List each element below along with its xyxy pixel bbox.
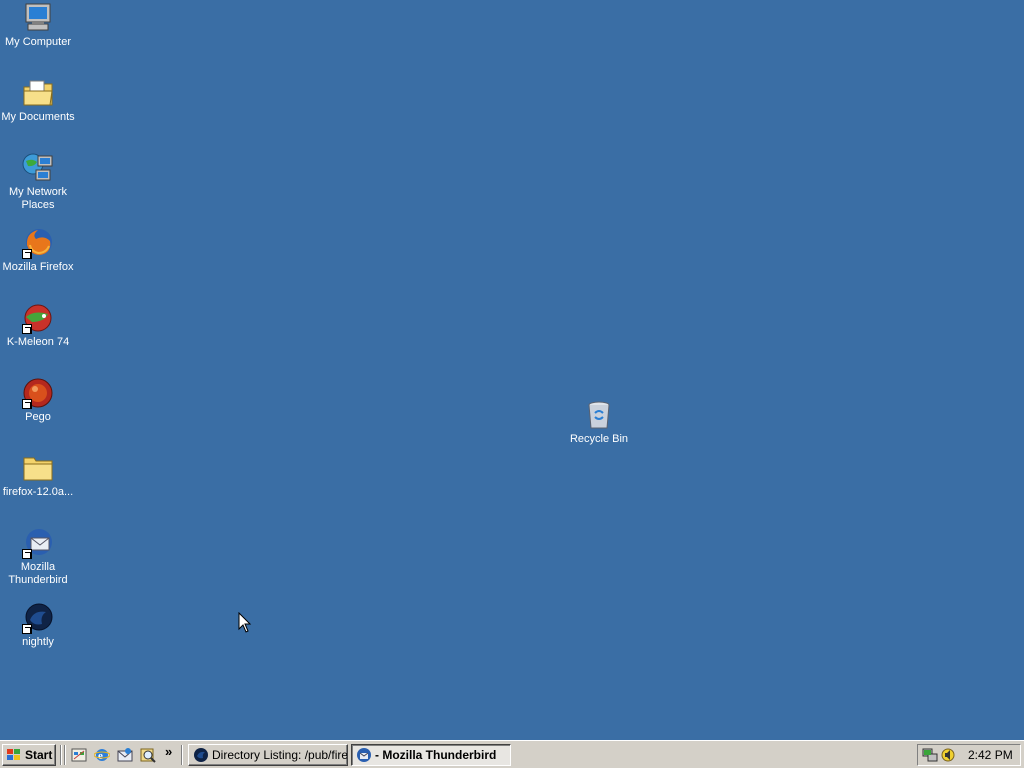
windows-logo-icon: [6, 748, 22, 762]
pego-icon: [22, 377, 54, 409]
recycle-bin-icon: [583, 399, 615, 431]
taskbar: Start e » Directory Listing: /pub/firef.…: [0, 740, 1024, 768]
search-icon[interactable]: [140, 747, 156, 763]
thunderbird-icon: [22, 527, 54, 559]
shortcut-arrow-icon: [22, 324, 32, 334]
desktop-icon-k-meleon[interactable]: K-Meleon 74: [0, 302, 76, 349]
internet-explorer-icon[interactable]: e: [93, 747, 111, 763]
desktop-icon-label: My Documents: [1, 111, 75, 123]
network-icon[interactable]: [922, 747, 938, 763]
desktop-icon-label: Mozilla Firefox: [2, 261, 74, 273]
firefox-icon: [22, 227, 54, 259]
thunderbird-icon: [356, 747, 372, 763]
my-documents-icon: [22, 77, 54, 109]
start-label: Start: [25, 748, 53, 762]
shortcut-arrow-icon: [22, 399, 32, 409]
task-button-directory-listing[interactable]: Directory Listing: /pub/firef...: [188, 744, 348, 766]
desktop-icon-my-computer[interactable]: My Computer: [0, 2, 76, 49]
shortcut-arrow-icon: [22, 549, 32, 559]
system-tray: 2:42 PM: [917, 744, 1021, 766]
desktop-icon-network-places[interactable]: My Network Places: [0, 152, 76, 212]
task-label: - Mozilla Thunderbird: [375, 748, 497, 762]
desktop-icon-firefox-folder[interactable]: firefox-12.0a...: [0, 452, 76, 499]
volume-icon[interactable]: [940, 747, 956, 763]
desktop-icon-firefox[interactable]: Mozilla Firefox: [0, 227, 76, 274]
start-button[interactable]: Start: [2, 744, 56, 766]
k-meleon-icon: [22, 302, 54, 334]
desktop-icon-label: Mozilla Thunderbird: [8, 561, 68, 586]
nightly-icon: [193, 747, 209, 763]
desktop-icon-label: My Network Places: [8, 186, 68, 211]
taskbar-separator: [60, 745, 62, 765]
desktop-icon-thunderbird[interactable]: Mozilla Thunderbird: [0, 527, 76, 587]
network-places-icon: [22, 152, 54, 184]
desktop-icon-label: nightly: [22, 636, 54, 648]
desktop-icon-label: My Computer: [4, 36, 72, 48]
mouse-cursor-icon: [238, 611, 252, 639]
folder-icon: [22, 452, 54, 484]
desktop-icon-label: Recycle Bin: [569, 433, 629, 445]
shortcut-arrow-icon: [22, 249, 32, 259]
desktop-icon-label: Pego: [25, 411, 51, 423]
taskbar-separator: [181, 745, 183, 765]
taskbar-separator: [64, 745, 66, 765]
desktop-icon-recycle-bin[interactable]: Recycle Bin: [561, 399, 637, 446]
desktop-icon-pego[interactable]: Pego: [0, 377, 76, 424]
task-label: Directory Listing: /pub/firef...: [212, 748, 348, 762]
desktop-icon-label: K-Meleon 74: [6, 336, 70, 348]
clock[interactable]: 2:42 PM: [968, 748, 1013, 762]
desktop[interactable]: My Computer My Documents My Network Plac…: [0, 0, 1024, 740]
my-computer-icon: [22, 2, 54, 34]
shortcut-arrow-icon: [22, 624, 32, 634]
show-desktop-icon[interactable]: [71, 747, 87, 763]
desktop-icon-nightly[interactable]: nightly: [0, 602, 76, 649]
nightly-icon: [22, 602, 54, 634]
desktop-icon-label: firefox-12.0a...: [2, 486, 74, 498]
task-button-thunderbird[interactable]: - Mozilla Thunderbird: [351, 744, 511, 766]
quicklaunch-overflow-button[interactable]: »: [165, 744, 172, 759]
desktop-icon-my-documents[interactable]: My Documents: [0, 77, 76, 124]
outlook-express-icon[interactable]: [117, 747, 133, 763]
